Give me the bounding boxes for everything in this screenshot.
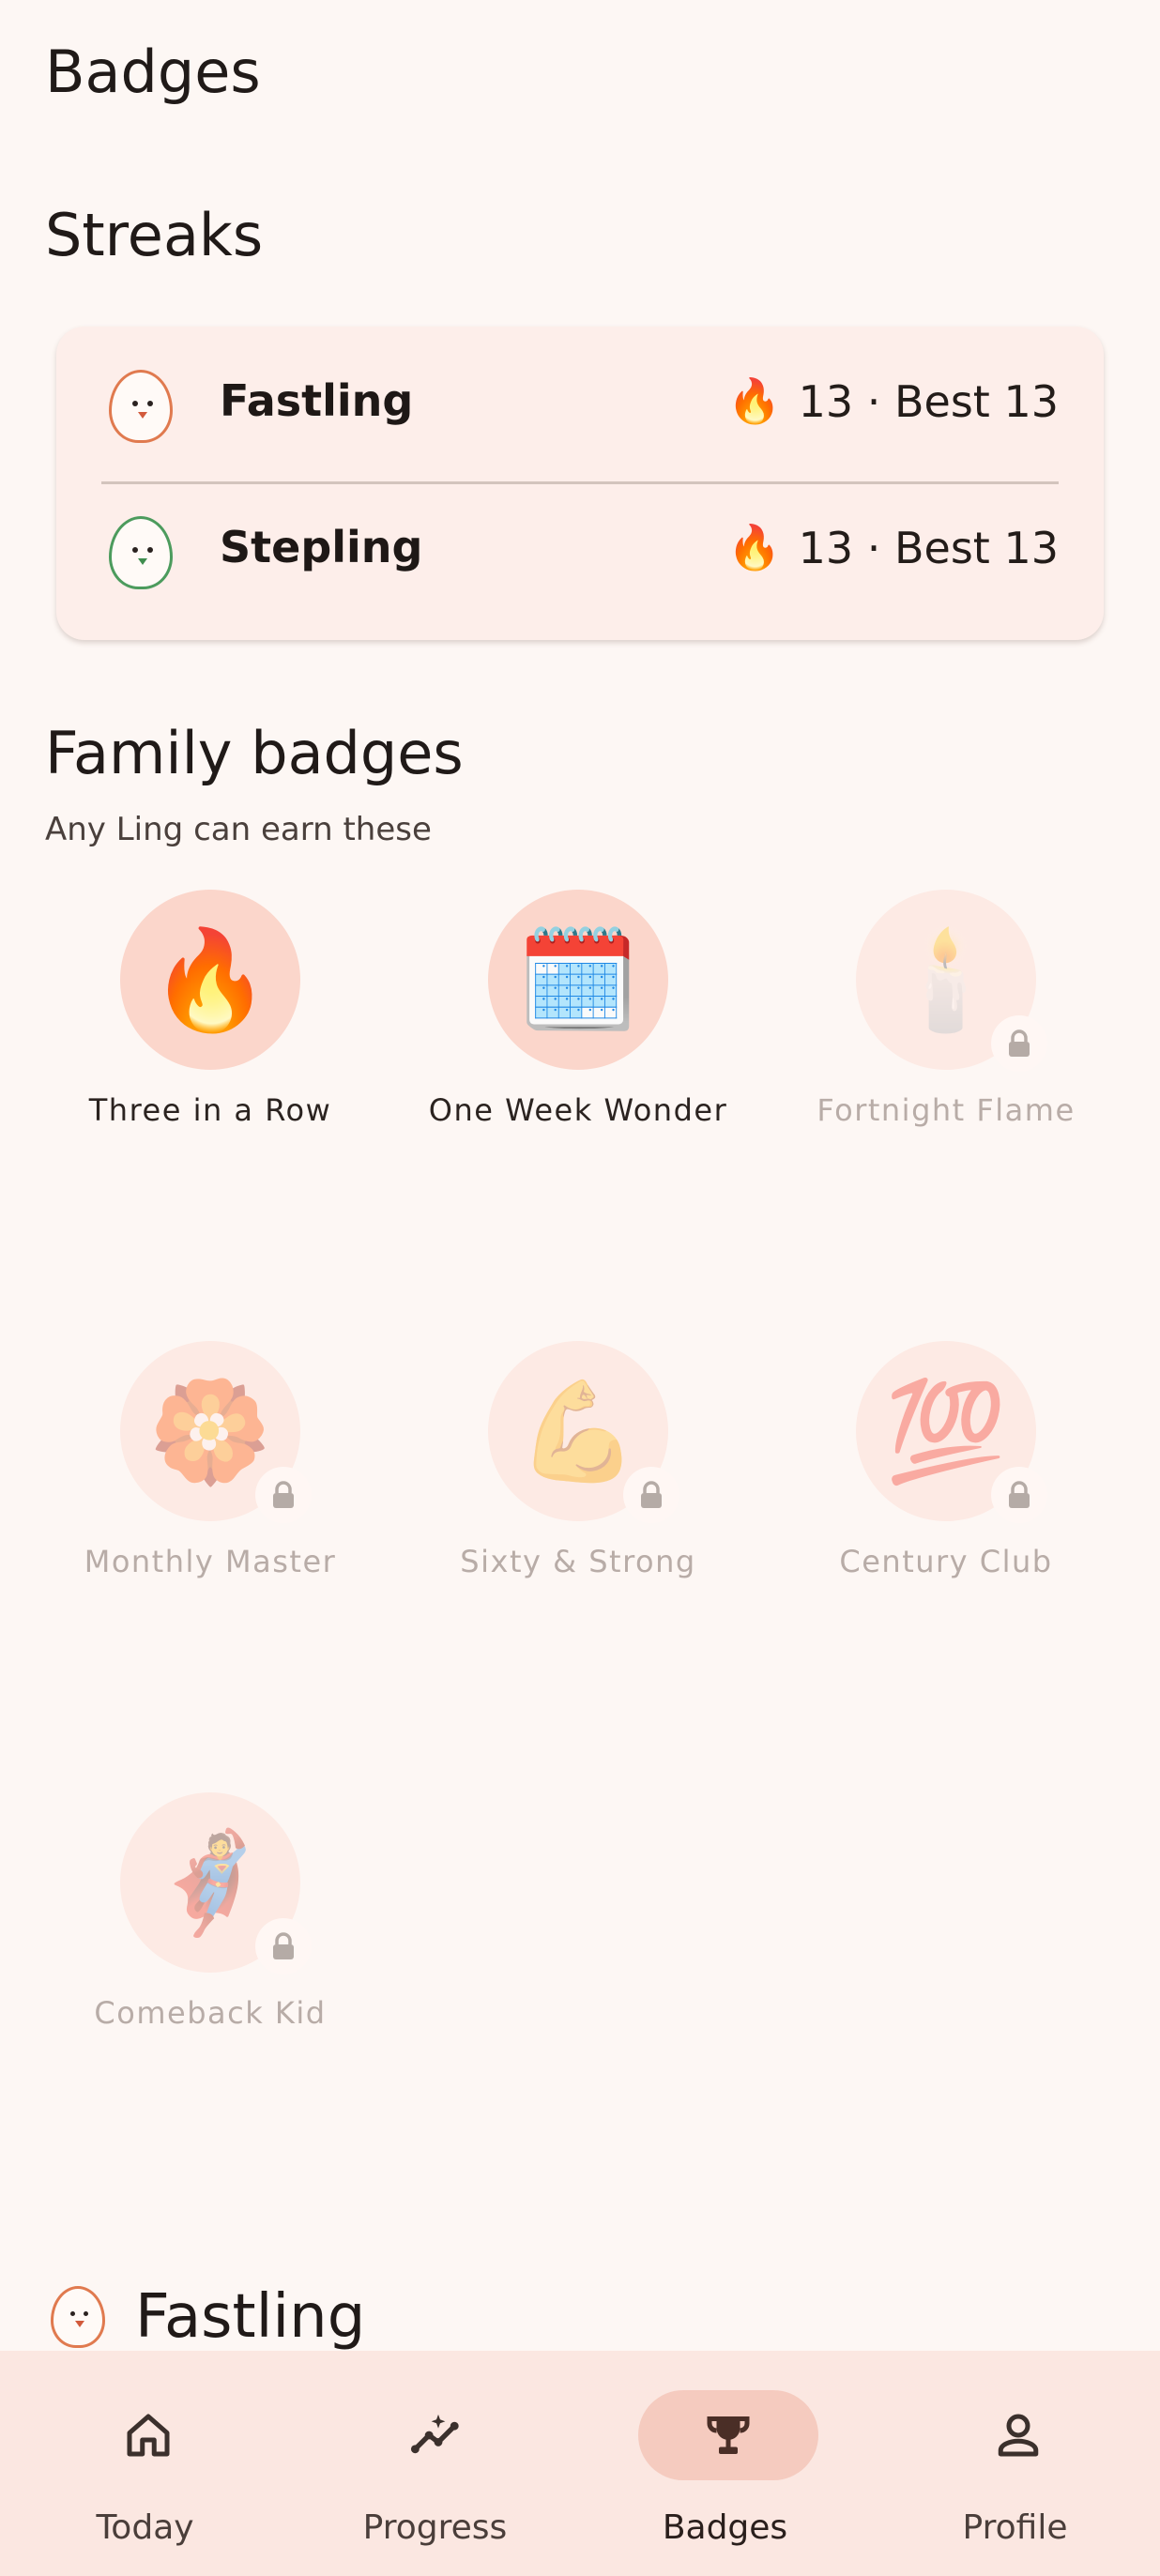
- nav-label: Profile: [962, 2508, 1068, 2547]
- streak-count: 13 · Best 13: [798, 375, 1059, 427]
- family-badges-subtitle: Any Ling can earn these: [45, 811, 432, 848]
- fire-icon: 🔥: [149, 922, 271, 1037]
- badge-label: Fortnight Flame: [817, 1092, 1076, 1128]
- nav-label: Today: [96, 2508, 194, 2547]
- badge-circle: 🔥: [120, 890, 300, 1070]
- badge-one-week-wonder[interactable]: 🗓️ One Week Wonder: [394, 890, 762, 1171]
- trophy-icon: [707, 2416, 750, 2454]
- streak-stat: 🔥 13 · Best 13: [727, 375, 1059, 427]
- badge-label: Monthly Master: [84, 1544, 337, 1579]
- streak-stat: 🔥 13 · Best 13: [727, 522, 1059, 573]
- badge-sixty-and-strong[interactable]: 💪 Sixty & Strong: [394, 1341, 762, 1623]
- fire-icon: 🔥: [727, 375, 782, 426]
- stepling-avatar-icon: [109, 516, 173, 589]
- badge-comeback-kid[interactable]: 🦸 Comeback Kid: [26, 1792, 394, 2074]
- nav-profile[interactable]: Profile: [870, 2351, 1160, 2576]
- page-title: Badges: [45, 38, 261, 106]
- badge-three-in-a-row[interactable]: 🔥 Three in a Row: [26, 890, 394, 1171]
- flexed-biceps-icon: 💪: [517, 1373, 639, 1488]
- flower-icon: 🏵️: [149, 1373, 271, 1488]
- sparkle-chart-icon: [410, 2414, 459, 2454]
- nav-indicator: [58, 2390, 238, 2480]
- badge-circle: 🗓️: [488, 890, 668, 1070]
- superhero-icon: 🦸: [149, 1824, 271, 1940]
- badge-label: One Week Wonder: [428, 1092, 728, 1128]
- fastling-avatar-icon: [109, 370, 173, 443]
- bottom-navigation: Today Progress Badges Profile: [0, 2351, 1160, 2576]
- nav-label: Progress: [362, 2508, 508, 2547]
- home-icon: [127, 2414, 170, 2457]
- badge-monthly-master[interactable]: 🏵️ Monthly Master: [26, 1341, 394, 1623]
- nav-today[interactable]: Today: [0, 2351, 290, 2576]
- nav-indicator: [638, 2390, 818, 2480]
- lock-icon: [255, 1467, 312, 1523]
- badge-century-club[interactable]: 💯 Century Club: [762, 1341, 1130, 1623]
- nav-label: Badges: [662, 2508, 788, 2547]
- lock-icon: [623, 1467, 679, 1523]
- lock-icon: [991, 1467, 1047, 1523]
- nav-indicator: [348, 2390, 528, 2480]
- family-badges-title: Family badges: [45, 719, 464, 787]
- calendar-icon: 🗓️: [517, 922, 639, 1037]
- fire-icon: 🔥: [727, 522, 782, 572]
- badge-label: Comeback Kid: [94, 1995, 327, 2031]
- badge-fortnight-flame[interactable]: 🕯️ Fortnight Flame: [762, 890, 1130, 1171]
- badge-label: Sixty & Strong: [460, 1544, 696, 1579]
- badge-label: Three in a Row: [88, 1092, 332, 1128]
- hundred-points-icon: 💯: [885, 1373, 1007, 1488]
- ling-section-title: Fastling: [135, 2282, 366, 2352]
- person-icon: [998, 2414, 1039, 2457]
- lock-icon: [255, 1918, 312, 1974]
- streaks-card: Fastling 🔥 13 · Best 13 Stepling 🔥 13 · …: [56, 327, 1104, 640]
- candle-icon: 🕯️: [885, 922, 1007, 1037]
- badge-label: Century Club: [839, 1544, 1053, 1579]
- nav-progress[interactable]: Progress: [290, 2351, 580, 2576]
- streak-row-fastling[interactable]: Fastling 🔥 13 · Best 13: [56, 327, 1104, 473]
- streak-name: Stepling: [220, 522, 423, 572]
- streak-count: 13 · Best 13: [798, 522, 1059, 573]
- streaks-title: Streaks: [45, 201, 264, 269]
- nav-indicator: [928, 2390, 1108, 2480]
- nav-badges[interactable]: Badges: [580, 2351, 870, 2576]
- lock-icon: [991, 1015, 1047, 1072]
- streak-row-stepling[interactable]: Stepling 🔥 13 · Best 13: [56, 473, 1104, 619]
- streak-name: Fastling: [220, 375, 414, 426]
- fastling-avatar-icon: [51, 2286, 105, 2348]
